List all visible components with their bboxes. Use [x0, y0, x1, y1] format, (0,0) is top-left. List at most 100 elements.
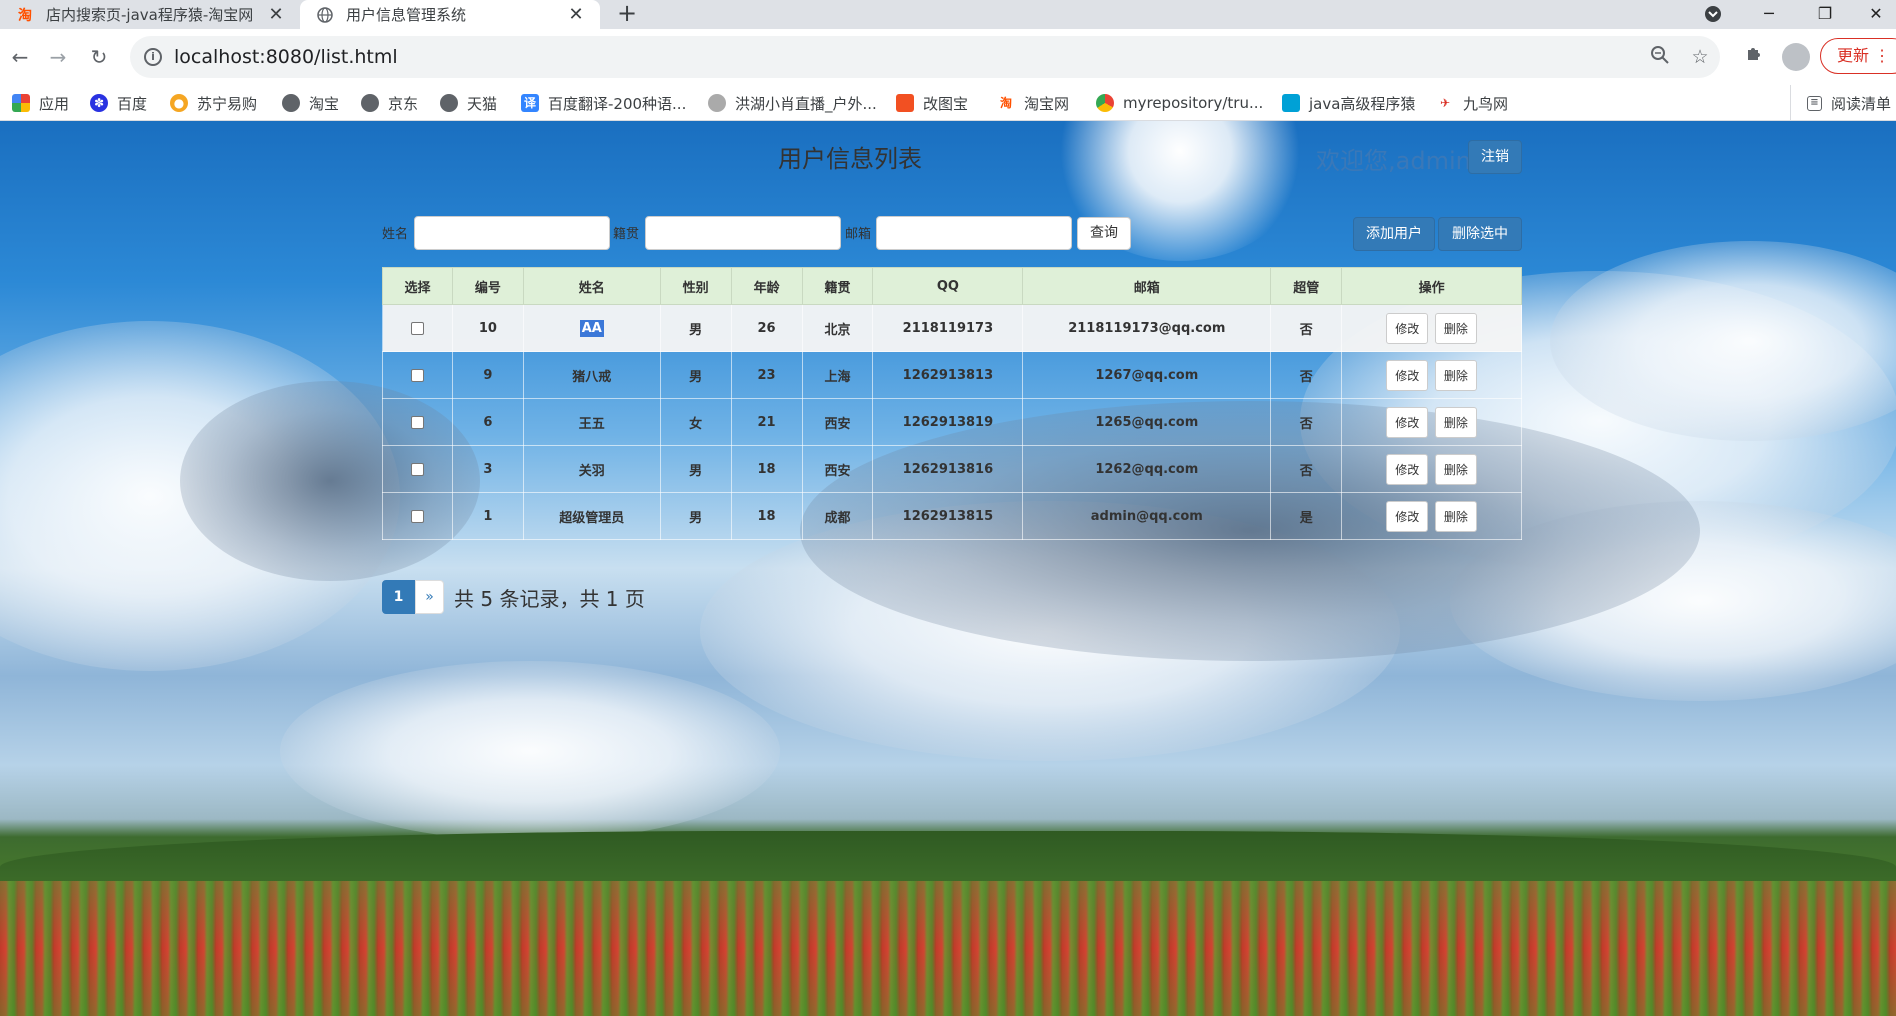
header-name: 姓名: [522, 267, 661, 305]
header-id: 编号: [451, 267, 524, 305]
edit-button[interactable]: 修改: [1386, 359, 1429, 391]
delete-button[interactable]: 删除: [1434, 453, 1477, 485]
tab-user-management[interactable]: 用户信息管理系统 ✕: [300, 0, 600, 29]
back-arrow-icon[interactable]: ←: [6, 43, 34, 71]
email-cell: 2118119173@qq.com: [1022, 304, 1272, 352]
close-icon[interactable]: ✕: [566, 4, 586, 25]
origin-cell: 上海: [801, 351, 874, 399]
bookmarks-bar: 应用 ✽ 百度 ● 苏宁易购 淘宝 京东 天猫 译 百度翻译-200种语... …: [0, 85, 1896, 121]
bookmark-label: 应用: [39, 94, 70, 113]
bookmark-live[interactable]: 洪湖小肖直播_户外...: [708, 85, 877, 121]
actions-cell: 修改 删除: [1341, 398, 1522, 446]
row-checkbox[interactable]: [410, 368, 424, 382]
email-cell: 1265@qq.com: [1022, 398, 1272, 446]
star-icon[interactable]: ☆: [1680, 46, 1720, 68]
bookmark-apps[interactable]: 应用: [12, 85, 69, 121]
email-cell: admin@qq.com: [1022, 492, 1272, 540]
actions-cell: 修改 删除: [1341, 304, 1522, 352]
omnibox[interactable]: i localhost:8080/list.html ☆: [130, 36, 1720, 78]
origin-cell: 成都: [801, 492, 874, 540]
admin-cell: 否: [1270, 398, 1343, 446]
delete-button[interactable]: 删除: [1434, 406, 1477, 438]
gender-cell: 男: [659, 492, 732, 540]
next-page-button[interactable]: »: [415, 580, 444, 614]
select-cell: [382, 445, 453, 493]
welcome-text: 欢迎您,admin: [1316, 147, 1471, 175]
delete-button[interactable]: 删除: [1434, 500, 1477, 532]
reload-icon[interactable]: ↻: [85, 43, 113, 71]
window-close-icon[interactable]: ✕: [1856, 0, 1896, 29]
forward-arrow-icon[interactable]: →: [44, 43, 72, 71]
bookmark-label: 京东: [388, 94, 419, 113]
delete-button[interactable]: 删除: [1434, 312, 1477, 344]
extensions-icon[interactable]: [1740, 43, 1768, 71]
pagination: 1 » 共 5 条记录，共 1 页: [382, 580, 645, 614]
tab-bar: 淘 店内搜索页-java程序猿-淘宝网 ✕ 用户信息管理系统 ✕ + ─ ❐ ✕: [0, 0, 1896, 29]
tab-search-icon[interactable]: [1690, 0, 1736, 29]
new-tab-button[interactable]: +: [612, 0, 642, 29]
update-label: 更新: [1837, 46, 1870, 65]
select-cell: [382, 351, 453, 399]
edit-button[interactable]: 修改: [1386, 406, 1429, 438]
reading-list[interactable]: ≡ 阅读清单: [1790, 85, 1891, 121]
tab-taobao[interactable]: 淘 店内搜索页-java程序猿-淘宝网 ✕: [0, 0, 300, 29]
edit-button[interactable]: 修改: [1386, 312, 1429, 344]
reading-list-label: 阅读清单: [1831, 94, 1892, 113]
bookmark-taobaowang[interactable]: 淘 淘宝网: [997, 85, 1069, 121]
add-user-button[interactable]: 添加用户: [1353, 217, 1435, 251]
minimize-icon[interactable]: ─: [1746, 0, 1792, 29]
profile-avatar[interactable]: [1782, 43, 1810, 71]
bookmark-baidu[interactable]: ✽ 百度: [90, 85, 147, 121]
row-checkbox[interactable]: [410, 462, 424, 476]
row-checkbox[interactable]: [410, 509, 424, 523]
row-checkbox[interactable]: [410, 321, 424, 335]
url-text[interactable]: localhost:8080/list.html: [174, 46, 1640, 68]
page-background: 用户信息列表 欢迎您,admin 注销 姓名 籍贯 邮箱 查询 添加用户 删除选…: [0, 121, 1896, 1016]
email-cell: 1267@qq.com: [1022, 351, 1272, 399]
bookmark-suning[interactable]: ● 苏宁易购: [170, 85, 257, 121]
origin-cell: 北京: [801, 304, 874, 352]
admin-cell: 否: [1270, 351, 1343, 399]
age-cell: 23: [730, 351, 803, 399]
bookmark-taobao[interactable]: 淘宝: [282, 85, 339, 121]
delete-selected-button[interactable]: 删除选中: [1438, 217, 1522, 251]
maximize-icon[interactable]: ❐: [1802, 0, 1848, 29]
origin-search-input[interactable]: [645, 216, 841, 250]
qq-cell: 1262913819: [872, 398, 1024, 446]
update-button[interactable]: 更新 ⋮: [1820, 38, 1896, 74]
admin-cell: 否: [1270, 445, 1343, 493]
table-header-row: 选择 编号 姓名 性别 年龄 籍贯 QQ 邮箱 超管 操作: [382, 267, 1522, 305]
name-search-input[interactable]: [414, 216, 610, 250]
bookmark-bilibili[interactable]: java高级程序猿: [1282, 85, 1415, 121]
edit-button[interactable]: 修改: [1386, 500, 1429, 532]
delete-button[interactable]: 删除: [1434, 359, 1477, 391]
bookmark-jd[interactable]: 京东: [361, 85, 418, 121]
globe-icon: [316, 6, 334, 24]
logout-button[interactable]: 注销: [1468, 140, 1522, 174]
header-actions: 操作: [1341, 267, 1522, 305]
name-label: 姓名: [382, 227, 409, 242]
bilibili-icon: [1282, 94, 1300, 112]
email-search-input[interactable]: [876, 216, 1072, 250]
zoom-icon[interactable]: [1640, 45, 1680, 69]
row-checkbox[interactable]: [410, 415, 424, 429]
age-cell: 21: [730, 398, 803, 446]
baidu-icon: ✽: [90, 94, 108, 112]
close-icon[interactable]: ✕: [266, 4, 286, 25]
query-button[interactable]: 查询: [1077, 217, 1131, 250]
qq-cell: 1262913813: [872, 351, 1024, 399]
info-icon[interactable]: i: [144, 48, 162, 66]
bookmark-gaitubao[interactable]: 改图宝: [896, 85, 968, 121]
bookmark-baidu-translate[interactable]: 译 百度翻译-200种语...: [521, 85, 686, 121]
page-1-button[interactable]: 1: [382, 580, 415, 614]
gender-cell: 女: [659, 398, 732, 446]
origin-cell: 西安: [801, 398, 874, 446]
edit-button[interactable]: 修改: [1386, 453, 1429, 485]
bookmark-myrepository[interactable]: myrepository/tru...: [1096, 85, 1263, 121]
bookmark-tmall[interactable]: 天猫: [440, 85, 497, 121]
actions-cell: 修改 删除: [1341, 445, 1522, 493]
id-cell: 10: [451, 304, 524, 352]
bird-icon: ✈: [1436, 94, 1454, 112]
bookmark-jiuniao[interactable]: ✈ 九鸟网: [1436, 85, 1508, 121]
admin-cell: 是: [1270, 492, 1343, 540]
